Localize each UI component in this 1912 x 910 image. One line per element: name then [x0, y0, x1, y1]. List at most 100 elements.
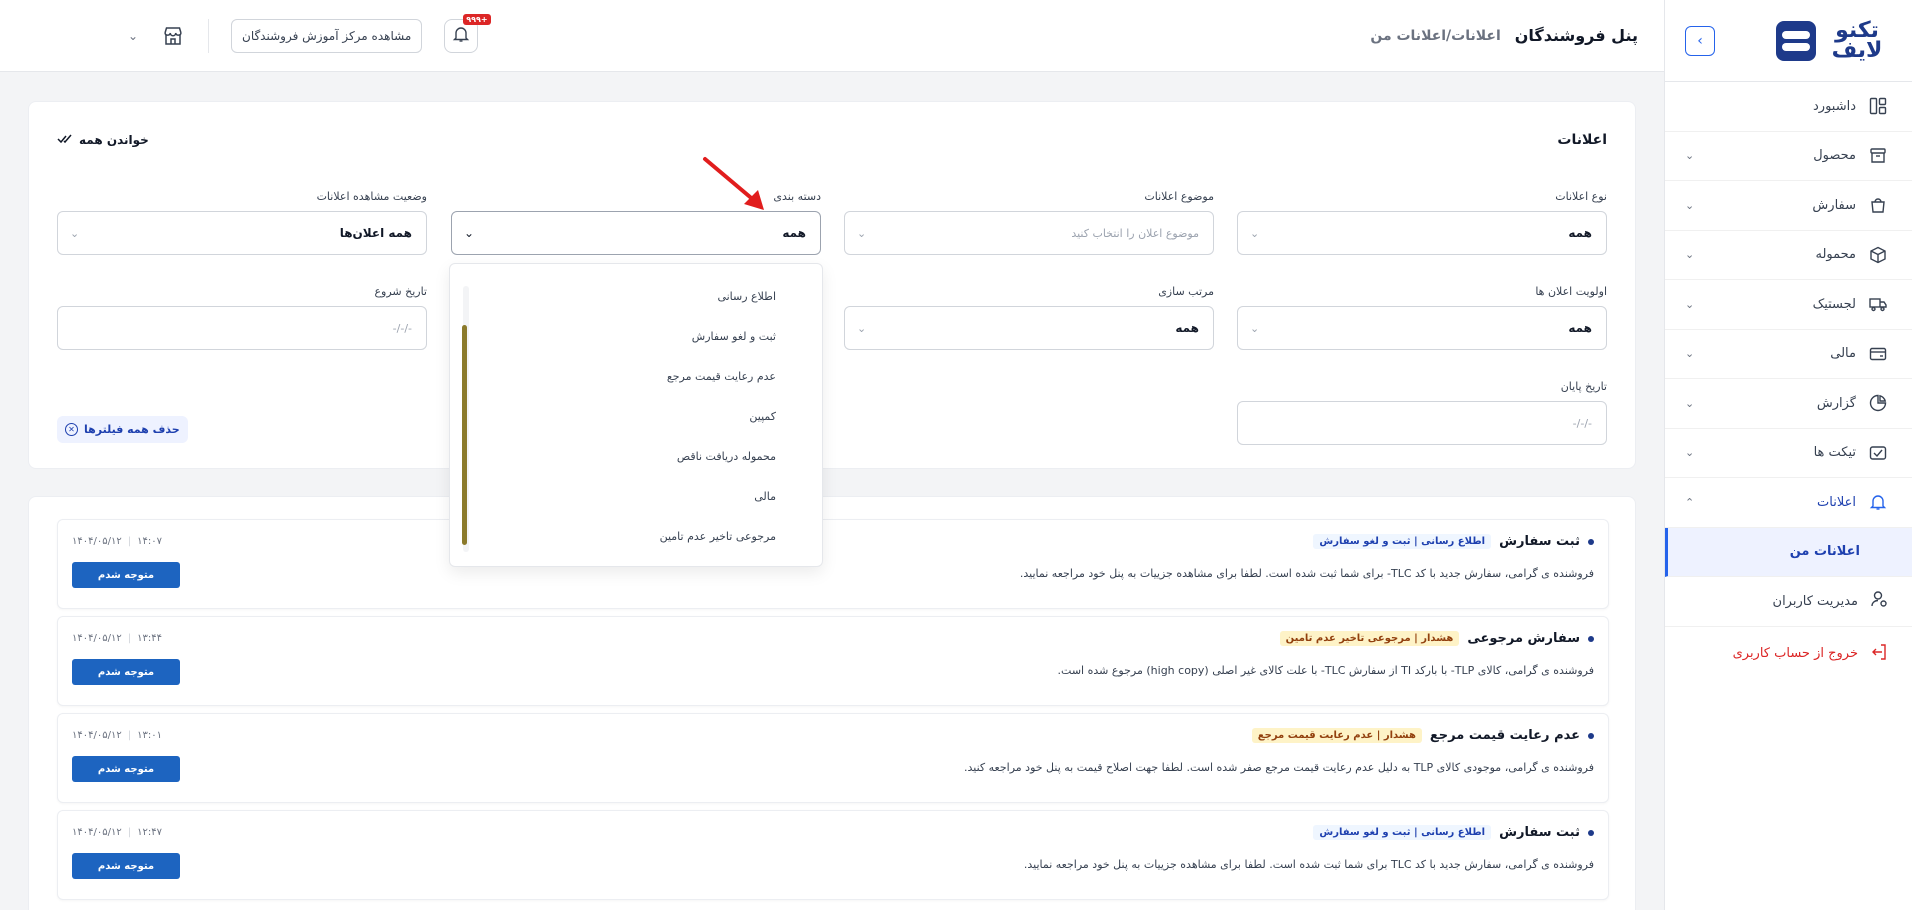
- sidebar-item-notifications[interactable]: اعلانات ⌃: [1665, 478, 1912, 528]
- notification-date: ۱۴۰۴/۰۵/۱۲: [72, 536, 122, 547]
- filters-header: اعلانات خواندن همه: [57, 132, 1607, 148]
- notification-datetime: ۱۳:۰۱ | ۱۴۰۴/۰۵/۱۲: [72, 730, 162, 741]
- category-dropdown-menu: اطلاع رسانی ثبت و لغو سفارش عدم رعایت قی…: [449, 263, 823, 567]
- chevron-down-icon: ⌄: [127, 28, 138, 43]
- panel-title: پنل فروشندگان: [1514, 26, 1638, 45]
- notification-datetime: ۱۲:۴۷ | ۱۴۰۴/۰۵/۱۲: [72, 827, 162, 838]
- notif-subject-field: موضوع اعلانات موضوع اعلان را انتخاب کنید…: [844, 190, 1214, 255]
- wallet-icon: [1868, 344, 1888, 364]
- sidebar-item-order[interactable]: سفارش ⌄: [1665, 181, 1912, 231]
- acknowledge-button[interactable]: متوجه شدم: [72, 756, 180, 782]
- sidebar-subitem-my-notifications[interactable]: اعلانات من: [1665, 527, 1912, 577]
- sidebar-brand: تکنو لایف ›: [1665, 0, 1912, 82]
- notification-body: فروشنده ی گرامی، سفارش جدید با کد TLC بر…: [1023, 858, 1594, 871]
- filters-card: اعلانات خواندن همه نوع اعلانات همه ⌄ موضو…: [28, 101, 1636, 469]
- notification-header: ثبت سفارش اطلاع رسانی | ثبت و لغو سفارش: [1313, 534, 1594, 549]
- notification-body: فروشنده ی گرامی، موجودی کالای TLP به دلی…: [964, 761, 1594, 774]
- logout-button[interactable]: خروج از حساب کاربری: [1665, 627, 1912, 681]
- user-menu-dropdown[interactable]: ⌄: [28, 29, 138, 43]
- bell-icon: [1868, 492, 1888, 512]
- chevron-down-icon: ⌄: [70, 226, 80, 240]
- sidebar-item-product[interactable]: محصول ⌄: [1665, 132, 1912, 181]
- category-option[interactable]: محموله دریافت ناقص: [450, 436, 822, 476]
- chevron-up-icon: ⌃: [1685, 495, 1695, 509]
- sidebar-subitem-user-management[interactable]: مدیریت کاربران: [1665, 577, 1912, 627]
- notification-body: فروشنده ی گرامی، کالای TLP- با بارکد TI …: [1057, 664, 1594, 677]
- category-option[interactable]: ثبت و لغو سفارش: [450, 316, 822, 356]
- view-status-value: همه اعلان‌ها: [339, 226, 412, 240]
- notif-subject-select[interactable]: موضوع اعلان را انتخاب کنید ⌄: [844, 211, 1214, 255]
- read-all-button[interactable]: خواندن همه: [57, 133, 149, 148]
- sidebar-item-label: تیکت ها: [1813, 445, 1856, 461]
- shopping-bag-icon: [1868, 195, 1888, 215]
- sidebar: تکنو لایف › داشبورد محصول ⌄ سفارش ⌄ محمو…: [1664, 0, 1912, 910]
- sidebar-item-label: مدیریت کاربران: [1772, 593, 1858, 609]
- category-option[interactable]: اطلاع رسانی: [450, 276, 822, 316]
- package-icon: [1868, 245, 1888, 265]
- logo-text: تکنو لایف: [1831, 17, 1883, 63]
- sidebar-item-report[interactable]: گزارش ⌄: [1665, 379, 1912, 429]
- notification-date: ۱۴۰۴/۰۵/۱۲: [72, 827, 122, 838]
- sidebar-item-finance[interactable]: مالی ⌄: [1665, 330, 1912, 379]
- start-date-input[interactable]: -/-/-: [57, 306, 427, 350]
- sidebar-item-logistics[interactable]: لجستیک ⌄: [1665, 280, 1912, 330]
- acknowledge-button[interactable]: متوجه شدم: [72, 562, 180, 588]
- chevron-down-icon: ⌄: [857, 226, 867, 240]
- category-option[interactable]: مالی: [450, 476, 822, 516]
- category-select[interactable]: همه ⌄: [451, 211, 821, 255]
- view-status-label: وضعیت مشاهده اعلانات: [316, 190, 427, 203]
- notification-item: ثبت سفارش اطلاع رسانی | ثبت و لغو سفارش …: [57, 519, 1609, 609]
- sidebar-collapse-button[interactable]: ›: [1685, 25, 1715, 56]
- sidebar-item-shipment[interactable]: محموله ⌄: [1665, 231, 1912, 280]
- header-actions: +۹۹۹ مشاهده مرکز آموزش فروشندگان ⌄: [28, 13, 491, 53]
- acknowledge-button[interactable]: متوجه شدم: [72, 853, 180, 879]
- dropdown-scrollbar-thumb[interactable]: [462, 325, 467, 545]
- category-option[interactable]: مرجوعی تاخیر عدم تامین: [450, 516, 822, 556]
- notification-tag: هشدار | عدم رعایت قیمت مرجع: [1251, 728, 1422, 743]
- notifications-button[interactable]: +۹۹۹: [444, 13, 491, 53]
- meta-separator: |: [127, 536, 132, 547]
- user-settings-icon: [1870, 590, 1888, 612]
- clear-all-filters-button[interactable]: حذف همه فیلترها ✕: [57, 416, 188, 443]
- chevron-down-icon: ⌄: [1685, 198, 1695, 212]
- end-date-input[interactable]: -/-/-: [1237, 401, 1607, 445]
- end-date-placeholder: -/-/-: [1572, 416, 1592, 430]
- read-all-label: خواندن همه: [79, 133, 149, 147]
- notification-item: عدم رعایت قیمت مرجع هشدار | عدم رعایت قی…: [57, 713, 1609, 803]
- start-date-label: تاریخ شروع: [374, 285, 427, 298]
- notification-datetime: ۱۳:۴۴ | ۱۴۰۴/۰۵/۱۲: [72, 633, 162, 644]
- start-date-placeholder: -/-/-: [392, 321, 412, 335]
- notif-type-value: همه: [1568, 226, 1592, 240]
- chevron-down-icon: ⌄: [857, 321, 867, 335]
- notification-header: ثبت سفارش اطلاع رسانی | ثبت و لغو سفارش: [1313, 825, 1594, 840]
- notification-header: عدم رعایت قیمت مرجع هشدار | عدم رعایت قی…: [1251, 728, 1594, 743]
- chevron-down-icon: ⌄: [464, 226, 475, 240]
- start-date-field: تاریخ شروع -/-/-: [57, 285, 427, 350]
- sort-field: مرتب سازی همه ⌄: [844, 285, 1214, 350]
- store-icon[interactable]: [160, 23, 186, 49]
- category-options-list: اطلاع رسانی ثبت و لغو سفارش عدم رعایت قی…: [450, 264, 822, 556]
- unread-dot-icon: [1588, 538, 1594, 545]
- sort-select[interactable]: همه ⌄: [844, 306, 1214, 350]
- chevron-down-icon: ⌄: [1250, 226, 1260, 240]
- chevron-down-icon: ⌄: [1685, 446, 1695, 460]
- acknowledge-button[interactable]: متوجه شدم: [72, 659, 180, 685]
- notif-type-select[interactable]: همه ⌄: [1237, 211, 1607, 255]
- priority-select[interactable]: همه ⌄: [1237, 306, 1607, 350]
- sidebar-item-dashboard[interactable]: داشبورد: [1665, 82, 1912, 132]
- category-option[interactable]: کمپین: [450, 396, 822, 436]
- sidebar-item-tickets[interactable]: تیکت ها ⌄: [1665, 429, 1912, 478]
- learning-center-button[interactable]: مشاهده مرکز آموزش فروشندگان: [231, 18, 423, 53]
- view-status-field: وضعیت مشاهده اعلانات همه اعلان‌ها ⌄: [57, 190, 427, 255]
- chevron-right-icon: ›: [1697, 32, 1703, 49]
- logo[interactable]: تکنو لایف: [1776, 17, 1892, 63]
- view-status-select[interactable]: همه اعلان‌ها ⌄: [57, 211, 427, 255]
- notification-title: ثبت سفارش: [1499, 534, 1580, 549]
- sidebar-item-label: محصول: [1813, 148, 1856, 164]
- notification-title: عدم رعایت قیمت مرجع: [1429, 728, 1580, 743]
- bell-icon: [452, 25, 470, 47]
- unread-dot-icon: [1588, 635, 1594, 642]
- meta-separator: |: [127, 633, 132, 644]
- double-check-icon: [57, 133, 73, 148]
- category-option[interactable]: عدم رعایت قیمت مرجع: [450, 356, 822, 396]
